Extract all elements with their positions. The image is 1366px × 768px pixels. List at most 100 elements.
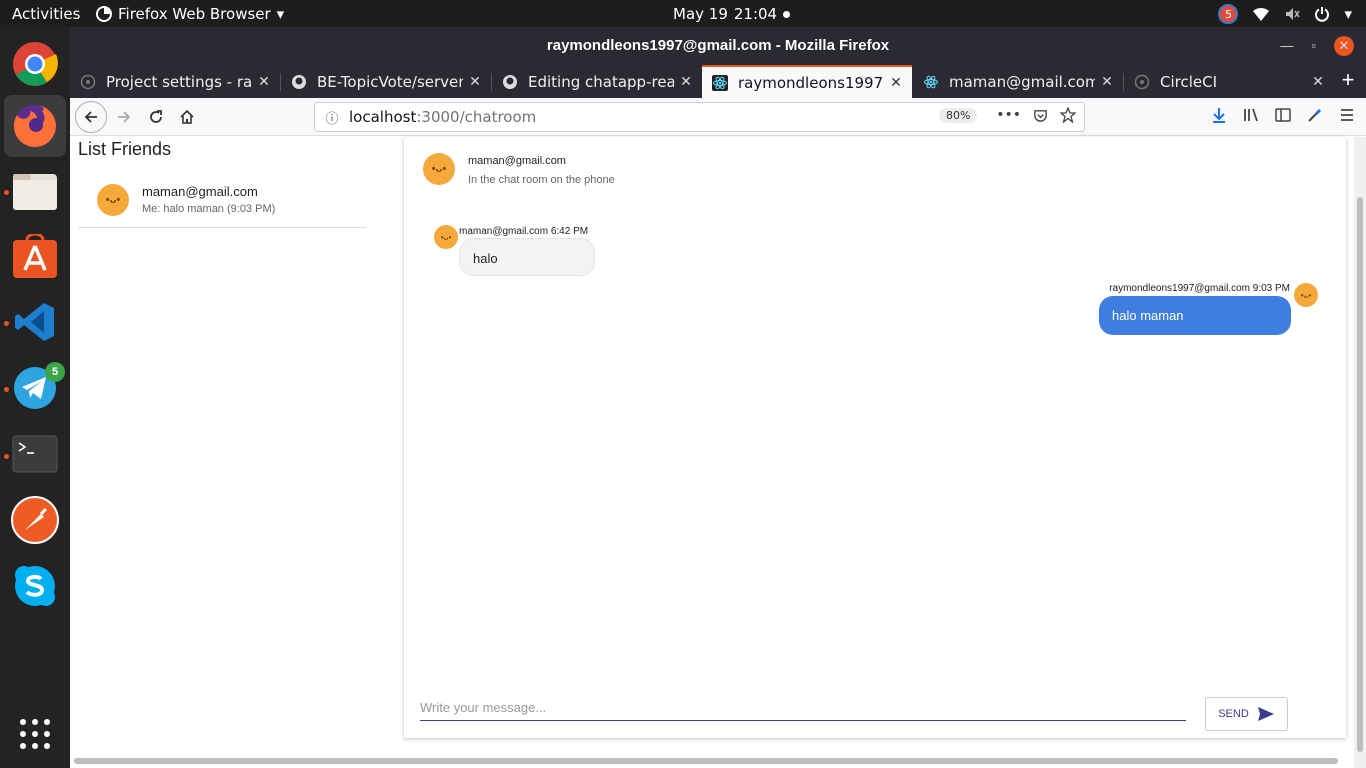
chat-panel: •ᴗ• maman@gmail.com In the chat room on … xyxy=(404,137,1346,738)
tab-label: CircleCI xyxy=(1160,72,1218,91)
react-icon xyxy=(712,74,728,91)
send-button-label: SEND xyxy=(1218,708,1249,720)
close-tab-icon[interactable]: ✕ xyxy=(674,74,698,90)
forward-button[interactable] xyxy=(110,103,138,131)
friend-name: maman@gmail.com xyxy=(142,184,258,199)
new-tab-button[interactable]: + xyxy=(1336,69,1360,93)
friend-last-message: Me: halo maman (9:03 PM) xyxy=(142,203,276,215)
library-icon[interactable] xyxy=(1242,106,1260,124)
chevron-down-icon: ▾ xyxy=(276,5,285,23)
send-button[interactable]: SEND xyxy=(1205,697,1288,731)
sidebar-icon[interactable] xyxy=(1274,106,1292,124)
scrollbar-thumb[interactable] xyxy=(1357,197,1363,752)
minimize-icon[interactable]: — xyxy=(1280,27,1293,65)
app-menu-label: Firefox Web Browser xyxy=(118,5,271,23)
home-button[interactable] xyxy=(173,103,201,131)
url-bar[interactable]: ⓘ localhost:3000/chatroom 80% ••• xyxy=(314,102,1085,132)
chat-partner-status: In the chat room on the phone xyxy=(468,174,615,186)
clock[interactable]: May 19 21:04 xyxy=(673,5,791,23)
back-button[interactable] xyxy=(75,101,107,133)
zoom-level-badge[interactable]: 80% xyxy=(939,108,978,123)
friend-list-item[interactable]: •ᴗ• maman@gmail.com Me: halo maman (9:03… xyxy=(78,175,366,228)
dock-chrome[interactable] xyxy=(4,33,66,95)
dock-vscode[interactable] xyxy=(4,291,66,353)
close-tab-icon[interactable]: ✕ xyxy=(252,74,276,90)
chrome-icon xyxy=(13,42,58,86)
circleci-icon xyxy=(1134,74,1150,90)
page-content: List Friends •ᴗ• maman@gmail.com Me: hal… xyxy=(70,137,1366,768)
avatar: •ᴗ• xyxy=(423,153,455,185)
url-bar-actions: ••• xyxy=(996,107,1076,123)
power-icon xyxy=(1315,7,1330,22)
vscode-icon xyxy=(15,303,54,341)
tab-label: maman@gmail.com xyxy=(949,72,1095,91)
close-window-button[interactable]: ✕ xyxy=(1334,36,1354,56)
tab-label: raymondleons1997@g xyxy=(738,73,884,92)
pocket-icon[interactable] xyxy=(1033,108,1048,123)
tab-project-settings[interactable]: Project settings - raym ✕ xyxy=(70,65,280,98)
home-icon xyxy=(180,109,194,124)
avatar: •ᴗ• xyxy=(1294,283,1318,307)
clock-time: 21:04 xyxy=(733,5,778,23)
react-icon xyxy=(923,74,939,90)
page-actions-icon[interactable]: ••• xyxy=(996,107,1021,123)
horizontal-scrollbar[interactable] xyxy=(74,758,1338,764)
message-meta: raymondleons1997@gmail.com 9:03 PM xyxy=(1109,283,1290,294)
tab-label: BE-TopicVote/server.js xyxy=(317,72,463,91)
avatar: •ᴗ• xyxy=(434,225,458,249)
wifi-icon xyxy=(1253,7,1270,21)
close-tab-icon[interactable]: ✕ xyxy=(463,74,487,90)
tab-editing-chatapp[interactable]: Editing chatapp-react/ ✕ xyxy=(492,65,702,98)
site-info-icon[interactable]: ⓘ xyxy=(315,108,349,127)
back-arrow-icon xyxy=(84,111,97,123)
avatar: •ᴗ• xyxy=(97,184,129,216)
dock-files[interactable] xyxy=(4,161,66,223)
tab-circleci[interactable]: CircleCI ✕ xyxy=(1124,65,1334,98)
maximize-icon[interactable]: ▫ xyxy=(1311,27,1316,65)
notification-badge[interactable]: 5 xyxy=(1218,4,1239,24)
tab-chatroom-active[interactable]: raymondleons1997@g ✕ xyxy=(702,65,912,98)
dock-software[interactable] xyxy=(4,225,66,287)
postman-icon xyxy=(11,496,59,544)
vertical-scrollbar[interactable] xyxy=(1354,137,1366,768)
show-applications-button[interactable] xyxy=(4,703,66,765)
url-path: :3000/chatroom xyxy=(416,108,537,126)
activities-button[interactable]: Activities xyxy=(12,5,80,23)
toolbar-right xyxy=(1210,106,1356,124)
message-input[interactable] xyxy=(420,695,1186,721)
app-menu[interactable]: Firefox Web Browser ▾ xyxy=(96,5,284,23)
close-tab-icon[interactable]: ✕ xyxy=(884,75,908,91)
close-tab-icon[interactable]: ✕ xyxy=(1095,74,1119,90)
dock-skype[interactable] xyxy=(4,555,66,617)
close-tab-icon[interactable]: ✕ xyxy=(1306,74,1330,90)
tab-maman[interactable]: maman@gmail.com ✕ xyxy=(913,65,1123,98)
forward-arrow-icon xyxy=(118,111,131,123)
reload-button[interactable] xyxy=(142,103,170,131)
bookmark-star-icon[interactable] xyxy=(1060,107,1076,123)
telegram-badge: 5 xyxy=(45,362,65,382)
download-icon[interactable] xyxy=(1210,106,1228,124)
chat-partner-name: maman@gmail.com xyxy=(468,155,566,167)
dock-terminal[interactable] xyxy=(4,423,66,485)
files-icon xyxy=(13,174,57,210)
terminal-icon xyxy=(12,435,58,473)
reload-icon xyxy=(150,110,162,123)
window-controls: — ▫ ✕ xyxy=(1280,27,1354,65)
navigation-bar: ⓘ localhost:3000/chatroom 80% ••• xyxy=(70,98,1366,136)
hamburger-menu-icon[interactable] xyxy=(1338,106,1356,124)
github-icon xyxy=(502,74,518,90)
clock-date: May 19 xyxy=(673,5,728,23)
firefox-small-icon xyxy=(96,6,112,22)
dock-firefox[interactable] xyxy=(4,95,66,157)
message-bubble-incoming: halo xyxy=(459,238,595,276)
tab-bar: Project settings - raym ✕ BE-TopicVote/s… xyxy=(70,65,1366,98)
tab-be-topicvote[interactable]: BE-TopicVote/server.js ✕ xyxy=(281,65,491,98)
message-meta: maman@gmail.com 6:42 PM xyxy=(459,226,589,237)
window-titlebar[interactable]: raymondleons1997@gmail.com - Mozilla Fir… xyxy=(70,27,1366,65)
message-bubble-outgoing: halo maman xyxy=(1099,296,1291,335)
dock-postman[interactable] xyxy=(4,489,66,551)
system-tray[interactable]: 5 ▾ xyxy=(1218,4,1352,24)
tab-label: Project settings - raym xyxy=(106,72,252,91)
eyedropper-icon[interactable] xyxy=(1306,106,1324,124)
firefox-window: raymondleons1997@gmail.com - Mozilla Fir… xyxy=(70,27,1366,768)
